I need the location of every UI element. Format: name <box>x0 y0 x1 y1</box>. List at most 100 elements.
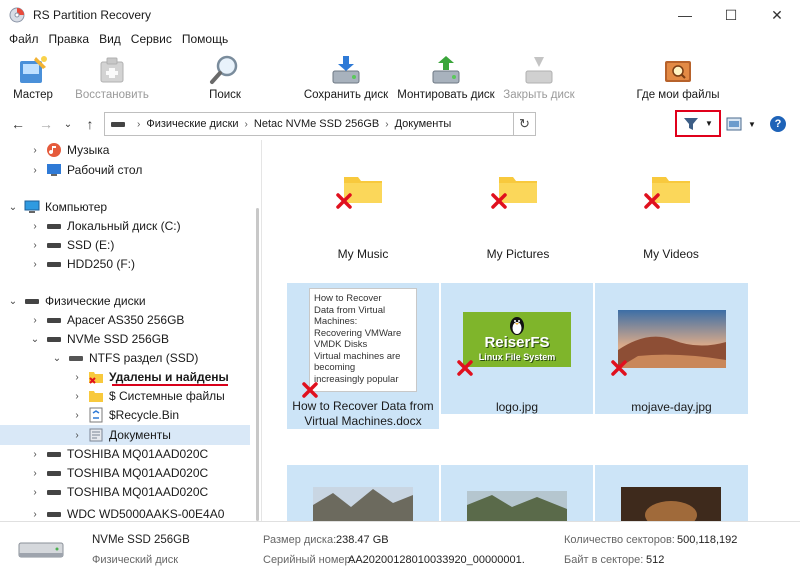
mount-disk-icon <box>432 56 460 84</box>
expand-chevron-icon[interactable]: › <box>70 372 84 383</box>
where-my-files-button[interactable]: Где мои файлы <box>636 50 720 106</box>
document-preview: How to Recover Data from Virtual Machine… <box>309 288 417 392</box>
expand-chevron-icon[interactable]: › <box>28 468 42 479</box>
history-chevron-icon[interactable]: ⌄ <box>58 114 78 134</box>
menu-view[interactable]: Вид <box>94 30 126 48</box>
tree-scrollbar[interactable] <box>256 208 259 521</box>
minimize-button[interactable]: — <box>662 0 708 30</box>
back-arrow-icon[interactable]: ← <box>8 114 28 134</box>
expand-chevron-icon[interactable]: › <box>28 449 42 460</box>
forward-arrow-icon[interactable]: → <box>36 114 56 134</box>
breadcrumb-physical-disks[interactable]: Физические диски <box>144 118 240 130</box>
tree-item-toshiba-3[interactable]: › TOSHIBA MQ01AAD020C <box>28 482 261 502</box>
tree-item-ntfs-partition[interactable]: ⌄ NTFS раздел (SSD) <box>50 348 261 368</box>
save-disk-button[interactable]: Сохранить диск <box>300 50 392 106</box>
wizard-icon <box>20 56 47 83</box>
menu-service[interactable]: Сервис <box>126 30 177 48</box>
tree-item-wdc[interactable]: › WDC WD5000AAKS-00E4A0 <box>28 504 261 521</box>
tree-item-recycle-bin[interactable]: › $Recycle.Bin <box>70 405 261 425</box>
expand-chevron-icon[interactable]: › <box>28 221 42 232</box>
tree-item-computer[interactable]: ⌄ Компьютер <box>6 197 256 217</box>
status-disk-name: NVMe SSD 256GB <box>92 534 190 546</box>
file-item-logo-jpg[interactable]: ReiserFS Linux File System logo.jpg <box>441 283 593 414</box>
file-grid: My Music My Pictures My Videos How to Re… <box>263 140 800 521</box>
deleted-x-icon <box>611 360 627 376</box>
expand-chevron-icon[interactable]: › <box>70 391 84 402</box>
view-mode-button[interactable]: ▼ <box>726 114 762 134</box>
tree-item-local-disk-c[interactable]: › Локальный диск (C:) <box>28 216 261 236</box>
window-title: RS Partition Recovery <box>33 8 152 22</box>
view-dropdown-icon: ▼ <box>748 119 756 129</box>
expand-chevron-icon[interactable]: › <box>28 315 42 326</box>
address-bar[interactable]: › Физические диски › Netac NVMe SSD 256G… <box>104 112 514 136</box>
tree-item-apacer[interactable]: › Apacer AS350 256GB <box>28 310 261 330</box>
tree-item-desktop[interactable]: › Рабочий стол <box>28 160 261 180</box>
restore-button[interactable]: Восстановить <box>72 50 152 106</box>
tree-item-toshiba-2[interactable]: › TOSHIBA MQ01AAD020C <box>28 463 261 483</box>
status-serial-label: Серийный номер: <box>263 554 354 566</box>
drive-icon <box>47 317 61 323</box>
magnifier-icon <box>210 55 238 84</box>
tree-item-ssd-e[interactable]: › SSD (E:) <box>28 235 261 255</box>
close-disk-button[interactable]: Закрыть диск <box>502 50 576 106</box>
view-icon <box>726 117 742 131</box>
expand-chevron-icon[interactable]: › <box>28 240 42 251</box>
breadcrumb-netac-disk[interactable]: Netac NVMe SSD 256GB <box>252 118 381 130</box>
menu-edit[interactable]: Правка <box>44 30 95 48</box>
refresh-icon[interactable]: ↻ <box>514 112 536 136</box>
file-item-mojave-jpg[interactable]: mojave-day.jpg <box>595 283 748 414</box>
menu-file[interactable]: Файл <box>4 30 44 48</box>
deleted-x-icon <box>302 382 318 398</box>
navigation-bar: ← → ⌄ ↑ › Физические диски › Netac NVMe … <box>0 110 800 138</box>
expand-chevron-icon[interactable]: › <box>28 165 42 176</box>
menu-help[interactable]: Помощь <box>177 30 233 48</box>
computer-icon <box>24 200 40 213</box>
mount-disk-button[interactable]: Монтировать диск <box>396 50 496 106</box>
folder-item-my-pictures[interactable]: My Pictures <box>443 140 593 285</box>
expand-chevron-icon[interactable]: › <box>28 487 42 498</box>
tree-item-hdd250-f[interactable]: › HDD250 (F:) <box>28 254 261 274</box>
tree-item-system-files[interactable]: › $ Системные файлы <box>70 386 261 406</box>
help-icon[interactable]: ? <box>770 116 786 132</box>
close-button[interactable]: ✕ <box>754 0 800 30</box>
tree-item-toshiba-1[interactable]: › TOSHIBA MQ01AAD020C <box>28 444 261 464</box>
tree-item-nvme-ssd[interactable]: ⌄ NVMe SSD 256GB <box>28 329 261 349</box>
file-item-partial-3[interactable] <box>595 465 748 521</box>
expand-chevron-icon[interactable]: › <box>70 430 84 441</box>
landscape-thumbnail <box>467 491 567 521</box>
desktop-icon <box>47 164 61 176</box>
expand-chevron-icon[interactable]: › <box>28 509 42 520</box>
save-disk-icon <box>332 56 360 84</box>
tree-item-physical-disks[interactable]: ⌄ Физические диски <box>6 291 256 311</box>
status-bps-label: Байт в секторе: <box>564 554 644 566</box>
file-item-partial-1[interactable] <box>287 465 439 521</box>
file-item-docx[interactable]: How to Recover Data from Virtual Machine… <box>287 283 439 429</box>
maximize-button[interactable]: ☐ <box>708 0 754 30</box>
search-button[interactable]: Поиск <box>200 50 250 106</box>
status-size-label: Размер диска: <box>263 534 337 546</box>
filter-icon <box>684 117 699 130</box>
expand-chevron-icon[interactable]: › <box>70 410 84 421</box>
partition-icon <box>69 355 83 361</box>
collapse-chevron-icon[interactable]: ⌄ <box>6 296 20 307</box>
file-item-partial-2[interactable] <box>441 465 593 521</box>
tree-item-music[interactable]: › Музыка <box>28 140 261 160</box>
collapse-chevron-icon[interactable]: ⌄ <box>50 353 64 364</box>
up-arrow-icon[interactable]: ↑ <box>80 114 100 134</box>
collapse-chevron-icon[interactable]: ⌄ <box>28 334 42 345</box>
master-button[interactable]: Мастер <box>6 50 60 106</box>
deleted-folder-icon <box>89 372 103 384</box>
expand-chevron-icon[interactable]: › <box>28 259 42 270</box>
tree-item-documents[interactable]: › Документы <box>0 425 250 445</box>
filter-button[interactable]: ▼ <box>675 110 721 137</box>
folder-item-my-videos[interactable]: My Videos <box>596 140 746 285</box>
deleted-x-icon <box>457 360 473 376</box>
documents-icon <box>89 428 103 442</box>
folder-icon <box>89 391 103 402</box>
menu-bar: Файл Правка Вид Сервис Помощь <box>0 30 800 48</box>
folder-item-my-music[interactable]: My Music <box>288 140 438 285</box>
breadcrumb-documents[interactable]: Документы <box>393 118 454 130</box>
expand-chevron-icon[interactable]: › <box>28 145 42 156</box>
collapse-chevron-icon[interactable]: ⌄ <box>6 202 20 213</box>
status-disk-type: Физический диск <box>92 554 179 566</box>
